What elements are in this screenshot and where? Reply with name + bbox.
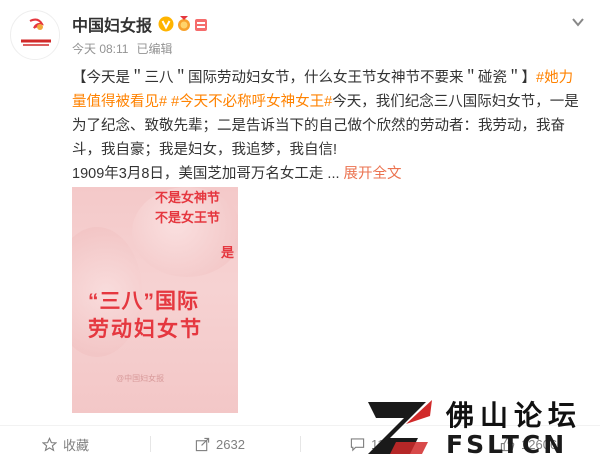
post-title-text: 【今天是＂三八＂国际劳动妇女节，什么女王节女神节不要来＂碰瓷＂】 [72, 70, 536, 86]
post-header: 中国妇女报 今天 08:11 已编辑 [10, 10, 590, 62]
activity-badge-icon [195, 19, 208, 31]
watermark-en-text: FSLTCN [446, 430, 568, 459]
repost-count: 2632 [216, 436, 245, 452]
watermark-cn-text: 佛山论坛 [446, 399, 583, 432]
hashtag-link[interactable]: #今天不必称呼女神女王# [171, 94, 332, 110]
comment-icon [350, 437, 365, 451]
poster-headline: 劳动妇女节 [88, 318, 203, 341]
poster-line: 不是女神节 [154, 190, 220, 205]
poster-line: 不是女王节 [154, 210, 220, 225]
star-icon [42, 436, 57, 451]
repost-button[interactable]: 2632 [195, 426, 245, 461]
favorite-label: 收藏 [63, 437, 90, 453]
post-content: 【今天是＂三八＂国际劳动妇女节，什么女王节女神节不要来＂碰瓷＂】#她力量值得被看… [72, 66, 580, 186]
edited-label: 已编辑 [136, 42, 173, 56]
medal-icon [178, 16, 191, 31]
divider [150, 436, 151, 452]
poster-headline: “三八”国际 [88, 290, 199, 313]
forum-logo-icon [368, 400, 432, 454]
expand-full-text-link[interactable]: 展开全文 [344, 166, 402, 182]
divider [300, 436, 301, 452]
post-time[interactable]: 今天 08:11 [72, 40, 128, 57]
chevron-down-icon[interactable] [570, 14, 586, 30]
favorite-button[interactable]: 收藏 [42, 426, 89, 461]
share-icon [195, 437, 210, 451]
author-name[interactable]: 中国妇女报 [72, 12, 152, 36]
avatar[interactable] [10, 10, 60, 60]
post-image[interactable]: 不是女神节 不是女王节 是 “三八”国际 劳动妇女节 @中国妇女报 [72, 187, 238, 413]
verified-badge-icon [158, 16, 174, 32]
newspaper-logo-icon [12, 12, 59, 59]
site-watermark: 佛山论坛 FSLTCN [366, 390, 600, 461]
poster-line: 是 [220, 245, 234, 260]
post-body-excerpt: 1909年3月8日，美国芝加哥万名女工走 ... [72, 166, 340, 182]
poster-credit: @中国妇女报 [116, 374, 165, 383]
